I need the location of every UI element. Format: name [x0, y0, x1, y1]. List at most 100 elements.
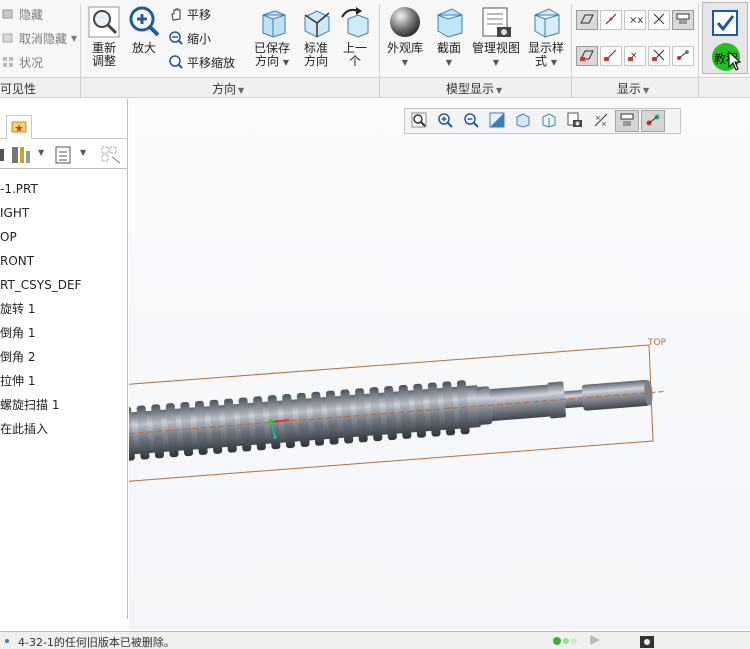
- group-label-orientation[interactable]: 方向 ▼: [212, 80, 244, 97]
- axis-display-toggle[interactable]: [600, 10, 622, 30]
- model-tree: -1.PRT IGHT OP RONT RT_CSYS_DEF 旋转 1 倒角 …: [0, 177, 126, 441]
- status-bar: 4-32-1的任何旧版本已被删除。: [0, 631, 750, 649]
- appearance-gallery-button[interactable]: 外观库 ▼: [384, 4, 426, 69]
- section-button[interactable]: 截面 ▼: [432, 4, 466, 69]
- tree-item-root-part[interactable]: -1.PRT: [0, 177, 126, 201]
- group-label-display[interactable]: 显示 ▼: [617, 80, 649, 97]
- zoom-out-button[interactable]: 缩小: [168, 28, 211, 48]
- point-tag-toggle[interactable]: ×: [624, 46, 646, 66]
- settings-tools-icon[interactable]: [10, 145, 32, 168]
- group-label-model-display[interactable]: 模型显示 ▼: [446, 80, 502, 97]
- zoom-out-icon: [168, 30, 184, 46]
- unhide-button[interactable]: 取消隐藏 ▼: [0, 28, 77, 48]
- point-display-toggle[interactable]: ×x: [624, 10, 646, 30]
- group-label-visibility: 可见性: [0, 82, 37, 96]
- tree-item-insert-here[interactable]: 在此插入: [0, 417, 126, 441]
- mouse-cursor-icon: [728, 50, 742, 74]
- previous-view-button[interactable]: 上一 个: [338, 4, 372, 68]
- plane-display-toggle[interactable]: [576, 10, 598, 30]
- separator: [80, 78, 81, 98]
- zoom-in-view-button[interactable]: [433, 110, 457, 132]
- show-list-icon[interactable]: [54, 145, 72, 168]
- tutorial-button[interactable]: 教程: [702, 2, 748, 74]
- saved-orientations-button[interactable]: 已保存 方向 ▼: [252, 4, 292, 69]
- display-style-button[interactable]: 显示样 式 ▼: [526, 4, 566, 69]
- tree-item-revolve[interactable]: 旋转 1: [0, 297, 126, 321]
- saved-view-icon: [515, 112, 531, 131]
- zoom-out-icon: [463, 112, 479, 131]
- tree-item-helical-sweep[interactable]: 螺旋扫描 1: [0, 393, 126, 417]
- annotation-view-toggle[interactable]: [615, 110, 639, 132]
- model-tree-toolbar: ▼ ▼: [0, 141, 128, 169]
- standard-orientation-button[interactable]: 标准 方向: [298, 4, 334, 68]
- spin-center-view-toggle[interactable]: [641, 110, 665, 132]
- chevron-down-icon: ▼: [445, 58, 453, 67]
- csys-tag-icon: [651, 48, 667, 65]
- saved-view-icon: [254, 4, 290, 40]
- spin-center-icon: [645, 112, 661, 131]
- model-tree-panel: ▼ ▼ -1.PRT IGHT OP RONT RT_CSYS_DEF 旋转 1…: [0, 99, 128, 619]
- datum-point-icon: ×x: [627, 12, 643, 29]
- csys-tag-toggle[interactable]: [648, 46, 670, 66]
- tree-columns-icon[interactable]: [0, 147, 6, 166]
- sphere-icon: [387, 4, 423, 40]
- datum-plane-icon: [579, 12, 595, 29]
- chevron-down-icon: ▼: [282, 58, 289, 67]
- spin-center-toggle[interactable]: [672, 46, 694, 66]
- pan-button[interactable]: 平移: [168, 4, 211, 24]
- svg-text:×: ×: [601, 120, 607, 128]
- separator: [698, 78, 699, 98]
- pan-zoom-button[interactable]: 平移缩放: [168, 52, 235, 72]
- settings-gear-icon[interactable]: [638, 634, 656, 649]
- status-button[interactable]: 状况: [0, 52, 43, 72]
- filter-icon[interactable]: [100, 145, 122, 168]
- zoom-in-icon: [126, 4, 162, 40]
- chevron-down-icon[interactable]: ▼: [38, 148, 44, 157]
- zoom-in-icon: [437, 112, 453, 131]
- graphics-window[interactable]: TOP: [129, 99, 750, 629]
- chevron-down-icon[interactable]: ▼: [80, 148, 86, 157]
- checkbox-icon: [707, 5, 743, 41]
- tree-item-chamfer-1[interactable]: 倒角 1: [0, 321, 126, 345]
- zoom-in-button[interactable]: 放大: [126, 4, 162, 55]
- tree-item-front-plane[interactable]: RONT: [0, 249, 126, 273]
- annotation-icon: [675, 12, 691, 29]
- ribbon-group-labels: 可见性 方向 ▼ 模型显示 ▼ 显示 ▼: [0, 78, 750, 98]
- camera-icon: [567, 112, 583, 131]
- chevron-down-icon: ▼: [496, 86, 503, 95]
- message-bullet-icon: [2, 634, 12, 646]
- hide-icon: [0, 6, 16, 22]
- saved-orientations-view-button[interactable]: [511, 110, 535, 132]
- tree-item-top-plane[interactable]: OP: [0, 225, 126, 249]
- csys-display-toggle[interactable]: [648, 10, 670, 30]
- refit-button[interactable]: 重新 调整: [86, 4, 122, 68]
- svg-text:×: ×: [595, 114, 601, 122]
- tree-item-right-plane[interactable]: IGHT: [0, 201, 126, 225]
- plane-tag-toggle[interactable]: [576, 46, 598, 66]
- svg-text:×x: ×x: [629, 15, 643, 26]
- manage-views-button[interactable]: 管理视图 ▼: [470, 4, 522, 69]
- zoom-out-view-button[interactable]: [459, 110, 483, 132]
- tree-item-csys[interactable]: RT_CSYS_DEF: [0, 273, 126, 297]
- tree-item-extrude[interactable]: 拉伸 1: [0, 369, 126, 393]
- hide-button[interactable]: 隐藏: [0, 4, 43, 24]
- datum-label-top: TOP: [647, 338, 667, 348]
- datum-display-filter-button[interactable]: × ×: [589, 110, 613, 132]
- refit-view-button[interactable]: [407, 110, 431, 132]
- model-viewport: TOP: [129, 338, 667, 482]
- chevron-down-icon: ▼: [550, 58, 557, 67]
- annotation-display-toggle[interactable]: [672, 10, 694, 30]
- datum-filter-icon: × ×: [593, 112, 609, 131]
- tree-item-chamfer-2[interactable]: 倒角 2: [0, 345, 126, 369]
- view-manager-view-button[interactable]: [563, 110, 587, 132]
- status-message: 4-32-1的任何旧版本已被删除。: [18, 636, 175, 649]
- axis-tag-toggle[interactable]: [600, 46, 622, 66]
- refit-icon: [86, 4, 122, 40]
- tab-folder-browser[interactable]: [6, 115, 32, 139]
- panel-tabs: [0, 115, 128, 139]
- regen-status-icon: [552, 635, 582, 649]
- play-icon[interactable]: [588, 634, 602, 649]
- refit-icon: [411, 112, 427, 131]
- display-style-view-button[interactable]: [537, 110, 561, 132]
- repaint-button[interactable]: [485, 110, 509, 132]
